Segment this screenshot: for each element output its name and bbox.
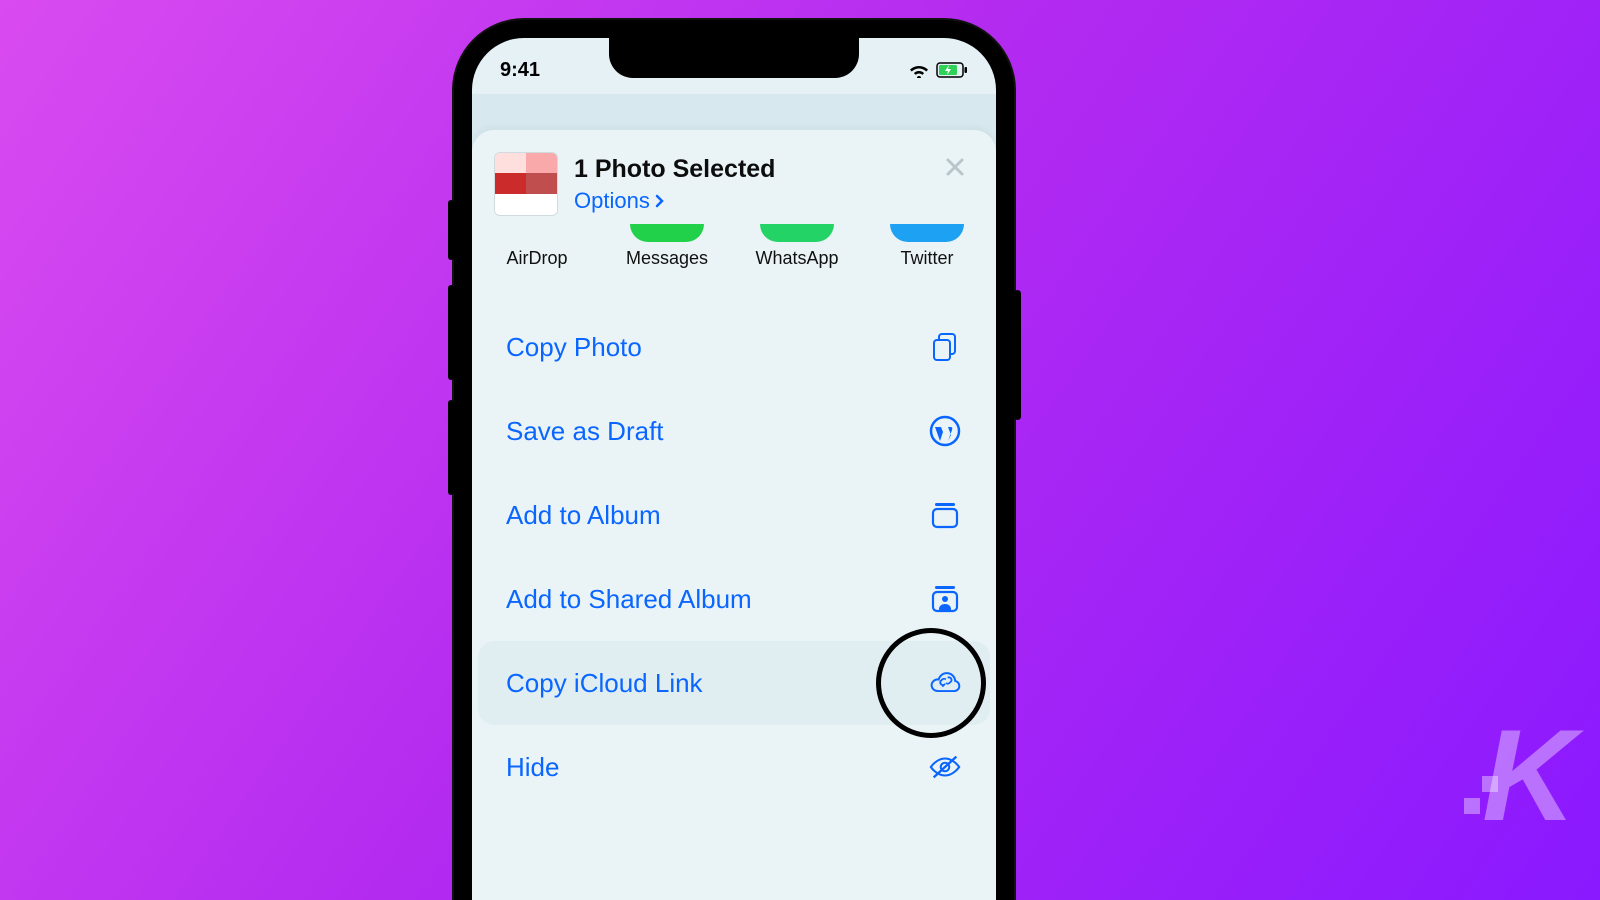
chevron-right-icon [654, 193, 666, 209]
share-app-messages[interactable]: Messages [620, 224, 714, 269]
action-add-album[interactable]: Add to Album [478, 473, 990, 557]
battery-icon [936, 62, 968, 78]
action-copy-photo[interactable]: Copy Photo [478, 305, 990, 389]
action-add-shared-album[interactable]: Add to Shared Album [478, 557, 990, 641]
action-label: Hide [506, 752, 559, 783]
photo-thumbnail[interactable] [494, 152, 558, 216]
share-apps-row[interactable]: AirDrop Messages WhatsApp Twitter [472, 222, 996, 287]
phone-screen: 9:41 [472, 38, 996, 900]
close-icon [944, 156, 966, 178]
messages-icon [630, 224, 704, 242]
wifi-icon [908, 62, 930, 78]
phone-volume-down [448, 400, 454, 495]
phone-frame: 9:41 [454, 20, 1014, 900]
whatsapp-icon [760, 224, 834, 242]
wordpress-icon [928, 414, 962, 448]
phone-power-button [1014, 290, 1021, 420]
sheet-header: 1 Photo Selected Options [472, 130, 996, 222]
action-label: Add to Shared Album [506, 584, 752, 615]
options-label: Options [574, 188, 650, 214]
album-icon [928, 498, 962, 532]
app-label: Messages [620, 248, 714, 269]
share-app-twitter[interactable]: Twitter [880, 224, 974, 269]
watermark-dots-icon [1464, 770, 1480, 820]
phone-volume-up [448, 285, 454, 380]
hide-icon [928, 750, 962, 784]
copy-icon [928, 330, 962, 364]
action-label: Save as Draft [506, 416, 664, 447]
action-label: Add to Album [506, 500, 661, 531]
airdrop-icon [500, 224, 574, 242]
watermark-letter: K [1482, 700, 1570, 850]
status-time: 9:41 [500, 59, 540, 82]
action-label: Copy iCloud Link [506, 668, 703, 699]
icloud-link-icon [928, 666, 962, 700]
phone-side-button [448, 200, 454, 260]
close-button[interactable] [938, 150, 972, 184]
shared-album-icon [928, 582, 962, 616]
app-label: Twitter [880, 248, 974, 269]
action-hide[interactable]: Hide [478, 725, 990, 809]
actions-list: Copy Photo Save as Draft Add to Album [472, 287, 996, 809]
action-label: Copy Photo [506, 332, 642, 363]
sheet-title: 1 Photo Selected [574, 155, 775, 184]
action-copy-icloud-link[interactable]: Copy iCloud Link [478, 641, 990, 725]
phone-notch [609, 38, 859, 78]
gradient-background: 9:41 [0, 0, 1600, 900]
twitter-icon [890, 224, 964, 242]
watermark-logo: K [1464, 700, 1570, 850]
action-save-draft[interactable]: Save as Draft [478, 389, 990, 473]
share-app-airdrop[interactable]: AirDrop [490, 224, 584, 269]
options-button[interactable]: Options [574, 188, 775, 214]
app-label: WhatsApp [750, 248, 844, 269]
app-label: AirDrop [490, 248, 584, 269]
share-sheet: 1 Photo Selected Options AirDrop [472, 130, 996, 900]
share-app-whatsapp[interactable]: WhatsApp [750, 224, 844, 269]
